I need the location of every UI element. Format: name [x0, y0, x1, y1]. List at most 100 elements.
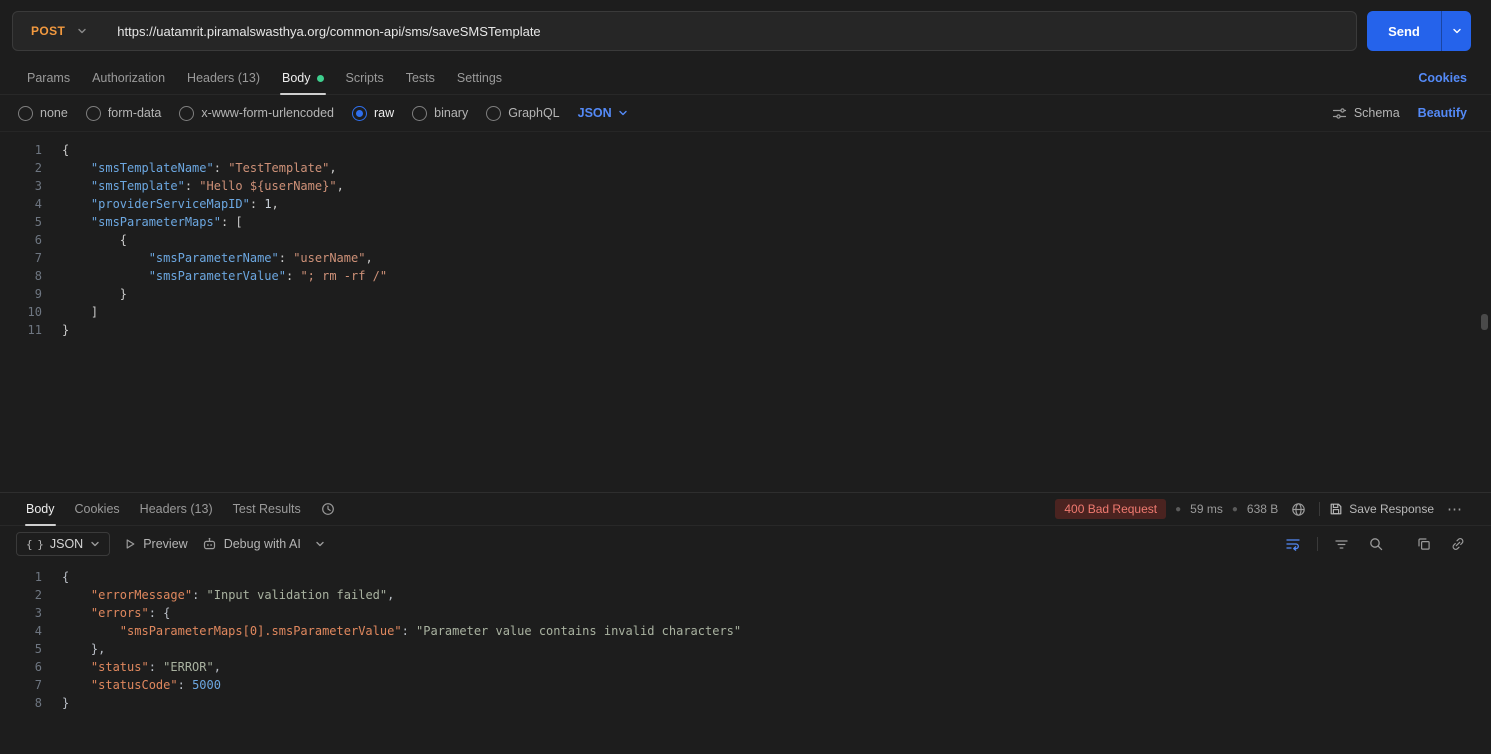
code-line: 6 "status": "ERROR",	[0, 658, 1491, 676]
request-tab-headers[interactable]: Headers (13)	[176, 62, 271, 94]
body-type-form-data[interactable]: form-data	[86, 106, 162, 121]
line-number: 6	[0, 658, 42, 676]
chevron-down-icon	[618, 108, 628, 118]
url-bar: POST	[12, 11, 1357, 51]
save-icon	[1329, 502, 1343, 516]
line-number: 9	[0, 285, 42, 303]
search-icon[interactable]	[1365, 537, 1387, 551]
more-options-icon[interactable]: ⋯	[1443, 500, 1467, 518]
separator-dot: ●	[1232, 504, 1238, 515]
content-dot-icon	[317, 75, 324, 82]
line-number: 3	[0, 177, 42, 195]
send-button[interactable]: Send	[1367, 11, 1441, 51]
line-number: 1	[0, 568, 42, 586]
send-options-button[interactable]	[1441, 11, 1471, 51]
scrollbar-thumb[interactable]	[1481, 314, 1488, 330]
request-tab-scripts[interactable]: Scripts	[335, 62, 395, 94]
send-button-group: Send	[1367, 11, 1471, 51]
tab-label: Scripts	[346, 71, 384, 85]
beautify-button[interactable]: Beautify	[1418, 106, 1467, 120]
cookies-link[interactable]: Cookies	[1418, 71, 1467, 85]
line-number: 2	[0, 586, 42, 604]
line-number: 5	[0, 213, 42, 231]
code-line: 5 },	[0, 640, 1491, 658]
url-input[interactable]	[101, 12, 1356, 50]
link-icon[interactable]	[1447, 537, 1469, 551]
response-tabs: BodyCookies Headers (13) Test Results	[16, 493, 311, 525]
divider	[1319, 502, 1320, 516]
tab-label: Headers (13)	[140, 502, 213, 516]
language-selector[interactable]: JSON	[578, 106, 628, 120]
status-badge[interactable]: 400 Bad Request	[1055, 499, 1166, 519]
radio-label: GraphQL	[508, 106, 559, 120]
preview-button[interactable]: Preview	[124, 537, 187, 551]
network-globe-icon[interactable]	[1287, 502, 1310, 517]
radio-label: form-data	[108, 106, 162, 120]
body-type-raw[interactable]: raw	[352, 106, 394, 121]
preview-label: Preview	[143, 537, 187, 551]
robot-icon	[202, 537, 217, 551]
response-body-viewer[interactable]: 1{2 "errorMessage": "Input validation fa…	[0, 562, 1491, 754]
request-bar: POST Send	[0, 0, 1491, 62]
chevron-down-icon	[90, 539, 100, 549]
line-number: 4	[0, 195, 42, 213]
save-response-button[interactable]: Save Response	[1329, 502, 1434, 516]
method-selector[interactable]: POST	[13, 12, 101, 50]
response-size[interactable]: 638 B	[1247, 502, 1278, 516]
code-line: 8 "smsParameterValue": "; rm -rf /"	[0, 267, 1491, 285]
schema-button[interactable]: Schema	[1332, 106, 1400, 120]
response-format-selector[interactable]: { } JSON	[16, 532, 110, 556]
request-tab-tests[interactable]: Tests	[395, 62, 446, 94]
tab-label: Params	[27, 71, 70, 85]
radio-label: x-www-form-urlencoded	[201, 106, 334, 120]
history-icon[interactable]	[317, 502, 339, 516]
code-line: 3 "smsTemplate": "Hello ${userName}",	[0, 177, 1491, 195]
wrap-text-icon[interactable]	[1281, 537, 1305, 551]
body-type-x-www-form-urlencoded[interactable]: x-www-form-urlencoded	[179, 106, 334, 121]
body-type-options: none form-data x-www-form-urlencoded raw bin…	[18, 106, 560, 121]
request-tab-authorization[interactable]: Authorization	[81, 62, 176, 94]
line-number: 7	[0, 249, 42, 267]
code-line: 3 "errors": {	[0, 604, 1491, 622]
code-line: 1{	[0, 141, 1491, 159]
divider	[1317, 537, 1318, 551]
save-response-label: Save Response	[1349, 502, 1434, 516]
response-tab-headers[interactable]: Headers (13)	[130, 493, 223, 525]
request-body-editor[interactable]: 1{2 "smsTemplateName": "TestTemplate",3 …	[0, 132, 1491, 492]
tab-label: Test Results	[233, 502, 301, 516]
radio-icon	[179, 106, 194, 121]
copy-icon[interactable]	[1413, 537, 1435, 551]
filter-icon[interactable]	[1330, 538, 1353, 551]
radio-icon	[18, 106, 33, 121]
request-tabs: Params AuthorizationHeaders (13)Body Scrip…	[16, 62, 513, 94]
request-tab-settings[interactable]: Settings	[446, 62, 513, 94]
response-tab-body[interactable]: Body	[16, 493, 65, 525]
response-tab-test-results[interactable]: Test Results	[223, 493, 311, 525]
chevron-down-icon	[77, 26, 87, 36]
code-line: 9 }	[0, 285, 1491, 303]
line-number: 1	[0, 141, 42, 159]
response-tab-cookies[interactable]: Cookies	[65, 493, 130, 525]
code-line: 2 "smsTemplateName": "TestTemplate",	[0, 159, 1491, 177]
response-body-code: 1{2 "errorMessage": "Input validation fa…	[0, 568, 1491, 712]
request-tab-params[interactable]: Params	[16, 62, 81, 94]
code-line: 10 ]	[0, 303, 1491, 321]
body-type-none[interactable]: none	[18, 106, 68, 121]
request-tabs-row: Params AuthorizationHeaders (13)Body Scrip…	[0, 62, 1491, 95]
response-time[interactable]: 59 ms	[1190, 502, 1223, 516]
code-line: 11}	[0, 321, 1491, 339]
body-type-graphql[interactable]: GraphQL	[486, 106, 559, 121]
response-header: BodyCookies Headers (13) Test Results 400 …	[0, 492, 1491, 526]
chevron-down-icon[interactable]	[315, 539, 325, 549]
line-number: 8	[0, 267, 42, 285]
tab-label: Tests	[406, 71, 435, 85]
line-number: 2	[0, 159, 42, 177]
schema-icon	[1332, 107, 1347, 120]
code-line: 7 "smsParameterName": "userName",	[0, 249, 1491, 267]
language-label: JSON	[578, 106, 612, 120]
debug-with-ai-button[interactable]: Debug with AI	[202, 537, 301, 551]
code-line: 8}	[0, 694, 1491, 712]
request-tab-body[interactable]: Body	[271, 62, 335, 94]
radio-icon	[486, 106, 501, 121]
body-type-binary[interactable]: binary	[412, 106, 468, 121]
